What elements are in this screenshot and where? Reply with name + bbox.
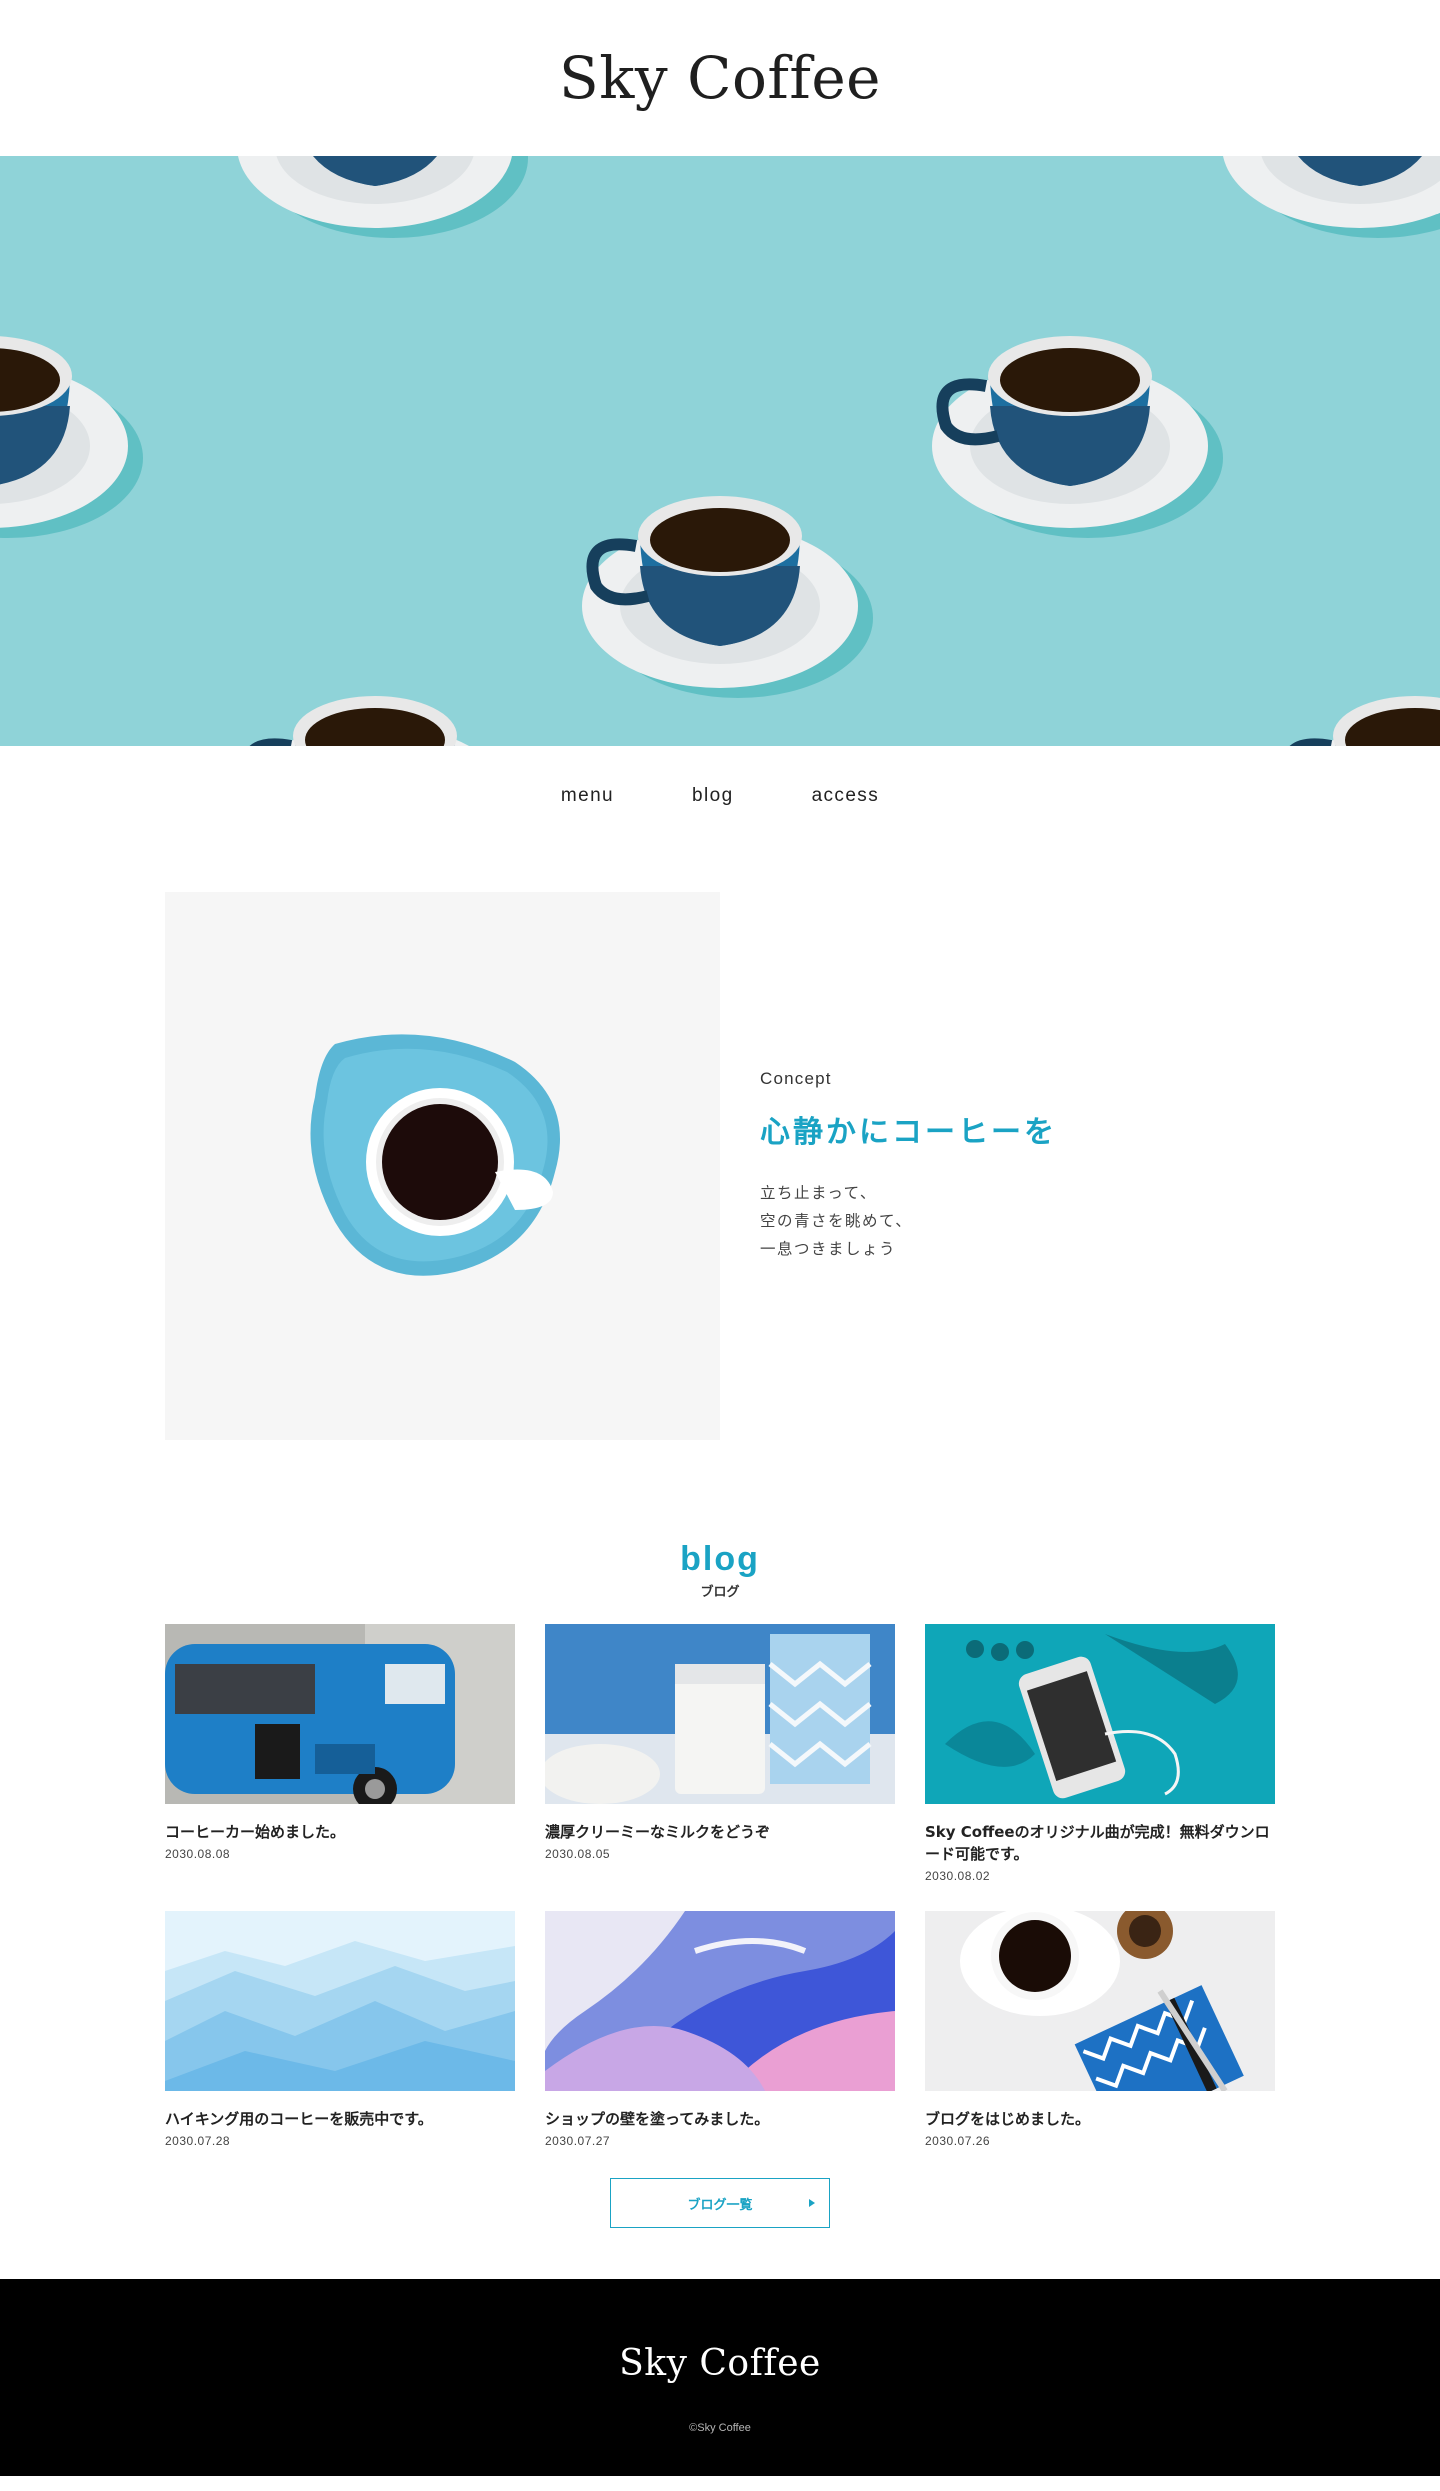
global-nav: menu blog access [0, 746, 1440, 846]
concept-line: 一息つきましょう [760, 1240, 897, 1258]
concept-section: Concept 心静かにコーヒーを 立ち止まって、 空の青さを眺めて、 一息つき… [165, 892, 1275, 1440]
blog-card[interactable]: コーヒーカー始めました。 2030.08.08 [165, 1624, 515, 1883]
coffee-cups-pattern-image [0, 156, 1440, 746]
blog-section: blog ブログ コーヒーカー始めました。 2030.08.08 濃厚クリーミー… [165, 1540, 1275, 2228]
blog-title: blog [680, 1540, 760, 1578]
concept-line: 空の青さを眺めて、 [760, 1212, 913, 1230]
arrow-right-icon [809, 2199, 815, 2207]
blog-card-date: 2030.08.05 [545, 1847, 611, 1861]
hero-image [0, 156, 1440, 746]
smartphone-earphones-image [925, 1624, 1275, 1804]
site-footer: Sky Coffee ©Sky Coffee [0, 2279, 1440, 2476]
coffee-truck-image [165, 1624, 515, 1804]
blog-list-button-label: ブログ一覧 [687, 2197, 753, 2213]
concept-body: 立ち止まって、 空の青さを眺めて、 一息つきましょう [760, 1179, 1057, 1263]
nav-item-access[interactable]: access [812, 785, 880, 807]
blog-card-title: コーヒーカー始めました。 [165, 1823, 346, 1841]
copyright: ©Sky Coffee [689, 2422, 751, 2434]
blog-card-date: 2030.08.02 [925, 1869, 991, 1883]
blog-card-title: Sky Coffeeのオリジナル曲が完成！無料ダウンロード可能です。 [925, 1823, 1270, 1863]
blog-card-title: ブログをはじめました。 [925, 2110, 1091, 2128]
footer-logo[interactable]: Sky Coffee [619, 2343, 821, 2384]
blog-card-date: 2030.08.08 [165, 1847, 231, 1861]
blog-subtitle: ブログ [700, 1585, 740, 1600]
blog-card-title: ハイキング用のコーヒーを販売中です。 [165, 2110, 433, 2128]
mountains-image [165, 1911, 515, 2091]
blog-more-wrap: ブログ一覧 [165, 2178, 1275, 2228]
concept-heading: 心静かにコーヒーを [760, 1115, 1057, 1150]
site-logo[interactable]: Sky Coffee [559, 44, 881, 112]
blog-card[interactable]: ハイキング用のコーヒーを販売中です。 2030.07.28 [165, 1911, 515, 2148]
concept-label: Concept [760, 1069, 832, 1088]
blog-grid: コーヒーカー始めました。 2030.08.08 濃厚クリーミーなミルクをどうぞ … [165, 1624, 1275, 2148]
blog-card[interactable]: 濃厚クリーミーなミルクをどうぞ 2030.08.05 [545, 1624, 895, 1883]
nav-item-menu[interactable]: menu [561, 785, 614, 807]
concept-coffee-image [165, 892, 720, 1440]
concept-line: 立ち止まって、 [760, 1184, 877, 1202]
paint-swirl-image [545, 1911, 895, 2091]
milk-glass-image [545, 1624, 895, 1804]
blog-card[interactable]: ショップの壁を塗ってみました。 2030.07.27 [545, 1911, 895, 2148]
blog-card-date: 2030.07.26 [925, 2134, 991, 2148]
blog-card-date: 2030.07.28 [165, 2134, 231, 2148]
site-header: Sky Coffee [0, 0, 1440, 156]
blog-card[interactable]: Sky Coffeeのオリジナル曲が完成！無料ダウンロード可能です。 2030.… [925, 1624, 1275, 1883]
blog-card-title: ショップの壁を塗ってみました。 [545, 2110, 770, 2128]
nav-item-blog[interactable]: blog [692, 785, 734, 807]
coffee-notebook-image [925, 1911, 1275, 2091]
concept-text: Concept 心静かにコーヒーを 立ち止まって、 空の青さを眺めて、 一息つき… [720, 1069, 1057, 1263]
blog-list-button[interactable]: ブログ一覧 [610, 2178, 830, 2228]
blog-card-title: 濃厚クリーミーなミルクをどうぞ [545, 1823, 771, 1841]
blog-card-date: 2030.07.27 [545, 2134, 611, 2148]
blog-card[interactable]: ブログをはじめました。 2030.07.26 [925, 1911, 1275, 2148]
